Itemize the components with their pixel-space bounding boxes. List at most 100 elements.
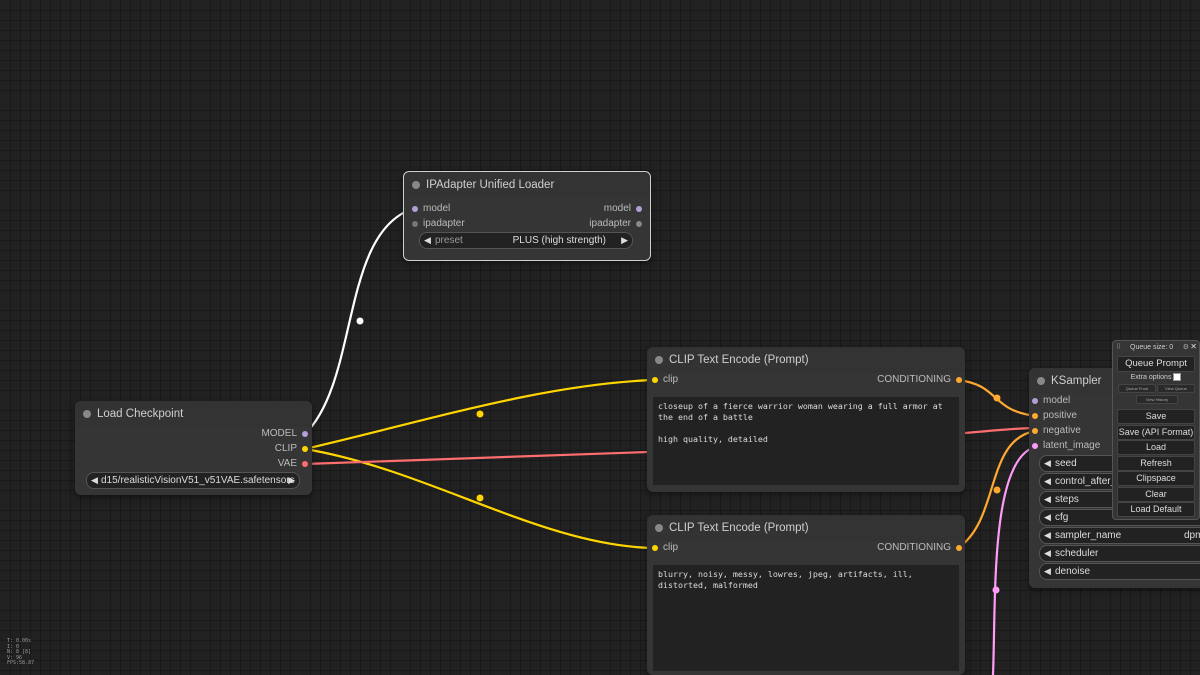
input-pin-clip[interactable] — [652, 545, 658, 551]
input-pin-ipadapter[interactable] — [412, 221, 418, 227]
input-slot-negative[interactable]: negative — [1032, 424, 1081, 438]
wire-vae — [304, 450, 649, 466]
slot-label: positive — [1043, 410, 1077, 421]
widget-label: denoise — [1055, 566, 1091, 577]
prompt-text-input[interactable]: blurry, noisy, messy, lowres, jpeg, arti… — [653, 565, 959, 671]
arrow-left-icon[interactable]: ◀ — [1044, 492, 1051, 507]
input-slot-positive[interactable]: positive — [1032, 409, 1077, 423]
node-title-text: Load Checkpoint — [97, 408, 184, 420]
node-title[interactable]: IPAdapter Unified Loader — [404, 172, 650, 198]
output-pin-conditioning[interactable] — [956, 377, 962, 383]
widget-value: dpm — [1184, 530, 1200, 541]
input-pin-latent-image[interactable] — [1032, 443, 1038, 449]
slot-label: ipadapter — [589, 218, 631, 229]
slot-label: negative — [1043, 425, 1081, 436]
output-slot-conditioning[interactable]: CONDITIONING — [877, 541, 962, 555]
wire-clip-negative-midpoint — [476, 494, 484, 502]
scheduler-widget[interactable]: ◀ scheduler — [1039, 545, 1200, 562]
clipspace-button[interactable]: Clipspace — [1117, 471, 1195, 486]
arrow-left-icon[interactable]: ◀ — [1044, 564, 1051, 579]
arrow-left-icon[interactable]: ◀ — [1044, 474, 1051, 489]
widget-label: steps — [1055, 494, 1079, 505]
output-pin-ipadapter[interactable] — [636, 221, 642, 227]
clear-button[interactable]: Clear — [1117, 487, 1195, 502]
queue-panel[interactable]: ⠿ Queue size: 0 ⚙ ✕ Queue Prompt Extra o… — [1112, 340, 1200, 520]
input-pin-model[interactable] — [412, 206, 418, 212]
collapse-dot-icon[interactable] — [655, 524, 663, 532]
queue-prompt-button[interactable]: Queue Prompt — [1117, 356, 1195, 372]
save-api-format-button[interactable]: Save (API Format) — [1117, 425, 1195, 440]
input-pin-clip[interactable] — [652, 377, 658, 383]
preset-combo[interactable]: ◀ preset PLUS (high strength) ▶ — [419, 232, 633, 249]
node-load-checkpoint[interactable]: Load Checkpoint MODEL CLIP VAE ◀ d15/rea… — [75, 401, 312, 495]
input-slot-clip[interactable]: clip — [652, 373, 679, 387]
widget-label: seed — [1055, 458, 1077, 469]
sampler-name-widget[interactable]: ◀ sampler_name dpm — [1039, 527, 1200, 544]
arrow-left-icon[interactable]: ◀ — [91, 473, 98, 488]
denoise-widget[interactable]: ◀ denoise — [1039, 563, 1200, 580]
view-history-button[interactable]: View History — [1136, 395, 1178, 404]
output-slot-vae[interactable]: VAE — [278, 457, 308, 471]
output-pin-vae[interactable] — [302, 461, 308, 467]
widget-value: d15/realisticVisionV51_v51VAE.safetensor… — [101, 475, 295, 486]
output-pin-conditioning[interactable] — [956, 545, 962, 551]
save-button[interactable]: Save — [1117, 409, 1195, 424]
load-default-button[interactable]: Load Default — [1117, 502, 1195, 517]
collapse-dot-icon[interactable] — [655, 356, 663, 364]
wire-layer — [304, 206, 1036, 675]
input-pin-positive[interactable] — [1032, 413, 1038, 419]
ckpt-name-combo[interactable]: ◀ d15/realisticVisionV51_v51VAE.safetens… — [86, 472, 300, 489]
slot-label: model — [1043, 395, 1071, 406]
node-clip-text-encode-positive[interactable]: CLIP Text Encode (Prompt) clip CONDITION… — [647, 347, 965, 492]
node-ipadapter-unified-loader[interactable]: IPAdapter Unified Loader model ipadapter… — [403, 171, 651, 261]
widget-label: scheduler — [1055, 548, 1099, 559]
arrow-left-icon[interactable]: ◀ — [1044, 528, 1051, 543]
extra-options-checkbox[interactable] — [1173, 373, 1182, 381]
arrow-right-icon[interactable]: ▶ — [288, 473, 295, 488]
output-slot-model[interactable]: MODEL — [261, 427, 308, 441]
wire-conditioning-negative — [957, 429, 1036, 549]
arrow-left-icon[interactable]: ◀ — [1044, 546, 1051, 561]
node-title[interactable]: CLIP Text Encode (Prompt) — [647, 347, 965, 373]
wire-conditioning-negative-midpoint — [993, 486, 1001, 494]
settings-gear-icon[interactable]: ⚙ — [1183, 343, 1189, 351]
arrow-left-icon[interactable]: ◀ — [424, 233, 431, 248]
input-pin-model[interactable] — [1032, 398, 1038, 404]
arrow-left-icon[interactable]: ◀ — [1044, 510, 1051, 525]
output-pin-clip[interactable] — [302, 446, 308, 452]
close-icon[interactable]: ✕ — [1190, 342, 1197, 351]
arrow-right-icon[interactable]: ▶ — [621, 233, 628, 248]
output-slot-ipadapter[interactable]: ipadapter — [589, 217, 642, 231]
input-slot-model[interactable]: model — [412, 202, 451, 216]
node-title[interactable]: Load Checkpoint — [75, 401, 312, 427]
slot-label: clip — [663, 374, 679, 385]
output-pin-model[interactable] — [302, 431, 308, 437]
slot-label: CONDITIONING — [877, 374, 951, 385]
slot-label: model — [423, 203, 451, 214]
extra-options-label: Extra options — [1130, 373, 1172, 381]
output-pin-model[interactable] — [636, 206, 642, 212]
drag-handle-icon[interactable]: ⠿ — [1116, 343, 1121, 351]
refresh-button[interactable]: Refresh — [1117, 456, 1195, 471]
prompt-text-input[interactable]: closeup of a fierce warrior woman wearin… — [653, 397, 959, 485]
output-slot-conditioning[interactable]: CONDITIONING — [877, 373, 962, 387]
node-title[interactable]: CLIP Text Encode (Prompt) — [647, 515, 965, 541]
collapse-dot-icon[interactable] — [83, 410, 91, 418]
view-queue-button[interactable]: View Queue — [1157, 384, 1195, 393]
arrow-left-icon[interactable]: ◀ — [1044, 456, 1051, 471]
node-clip-text-encode-negative[interactable]: CLIP Text Encode (Prompt) clip CONDITION… — [647, 515, 965, 675]
queue-front-button[interactable]: Queue Front — [1118, 384, 1156, 393]
input-slot-ipadapter[interactable]: ipadapter — [412, 217, 465, 231]
collapse-dot-icon[interactable] — [412, 181, 420, 189]
output-slot-clip[interactable]: CLIP — [275, 442, 308, 456]
collapse-dot-icon[interactable] — [1037, 377, 1045, 385]
load-button[interactable]: Load — [1117, 440, 1195, 455]
input-slot-model[interactable]: model — [1032, 394, 1071, 408]
input-slot-clip[interactable]: clip — [652, 541, 678, 555]
input-slot-latent-image[interactable]: latent_image — [1032, 439, 1100, 453]
wire-model — [304, 206, 416, 435]
input-pin-negative[interactable] — [1032, 428, 1038, 434]
output-slot-model[interactable]: model — [603, 202, 642, 216]
queue-size-label: Queue size: 0 — [1130, 344, 1174, 351]
slot-label: model — [603, 203, 631, 214]
